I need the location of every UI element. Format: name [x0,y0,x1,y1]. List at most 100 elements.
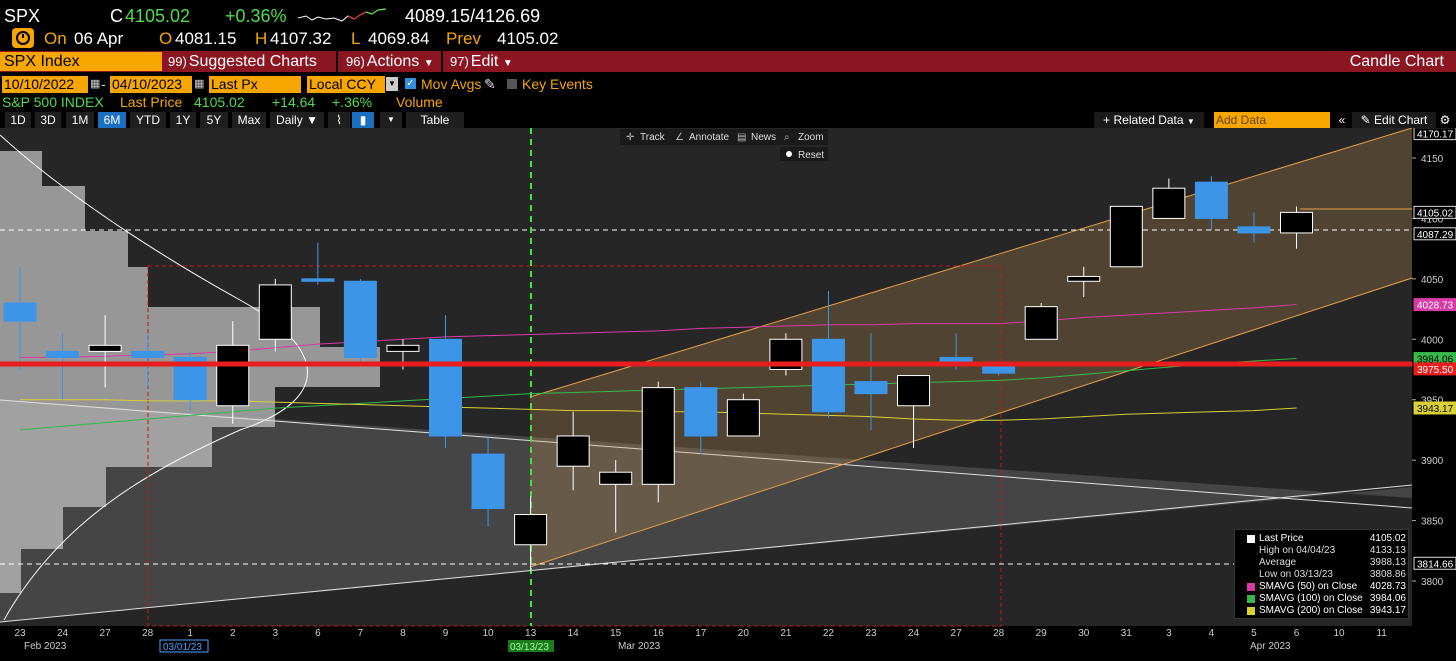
suggested-charts-menu[interactable]: 99) Suggested Charts [168,51,317,72]
price-badge-label: 3943.17 [1417,404,1454,415]
table-button[interactable]: Table [406,112,464,128]
period-1d[interactable]: 1D [5,112,31,128]
candle-body [1152,187,1186,219]
legend-value: 3988.13 [1369,557,1406,568]
frequency-label: Daily [276,113,303,127]
ticker-symbol: SPX [4,6,41,26]
news-tool[interactable]: News [751,132,776,143]
pencil-icon[interactable]: ✎ [484,76,496,93]
candle-body [514,514,548,546]
legend-row: SMAVG (100) on Close 3984.06 [1235,593,1410,605]
period-ytd[interactable]: YTD [130,112,166,128]
end-date-input[interactable]: 04/10/2023 [110,76,192,93]
y-tick-label: 3850 [1421,517,1444,528]
x-tick-label: 4 [1209,628,1215,639]
sparkline-icon [298,8,386,22]
edit-menu[interactable]: 97) Edit ▼ [450,51,513,72]
candle-body [811,338,845,413]
currency-select[interactable]: Local CCY [307,76,385,93]
legend-row: Low on 03/13/23 3808.86 [1235,569,1410,581]
frequency-select[interactable]: Daily ▼ [270,112,324,128]
related-data-button[interactable]: + Related Data ▼ [1094,112,1204,128]
track-tool[interactable]: Track [640,132,666,143]
period-6m[interactable]: 6M [98,112,126,128]
news-icon[interactable]: ▤ [737,132,746,143]
edit-chart-button[interactable]: ✎ Edit Chart [1352,112,1436,128]
candle-body [726,399,760,437]
annotate-pencil-icon[interactable]: ∠ [675,132,684,143]
crosshair-icon[interactable]: ✛ [626,132,634,143]
x-tick-label: 17 [695,628,707,639]
annotate-tool[interactable]: Annotate [689,132,729,143]
related-data-label: + Related Data [1103,113,1184,127]
price-badge-label: 3975.50 [1417,365,1454,376]
reset-tool[interactable]: Reset [798,150,824,161]
y-tick-label: 4000 [1421,335,1444,346]
add-data-input[interactable]: Add Data [1214,112,1330,128]
candle-body [897,375,931,407]
x-tick-label: 5 [1251,628,1257,639]
collapse-icon[interactable]: « [1334,112,1350,128]
volume-profile-bar [0,231,128,267]
legend-value: 3808.86 [1369,569,1406,580]
legend-value: 4133.13 [1369,545,1406,556]
reset-radio-icon[interactable] [786,151,792,157]
legend-value: 4105.02 [1369,533,1406,544]
zoom-tool[interactable]: Zoom [798,132,824,143]
open-value: 4081.15 [175,29,237,48]
candle-body [684,387,718,437]
candle-chart-icon[interactable]: ▮ [352,112,374,128]
candle-body [1237,226,1271,234]
period-5y[interactable]: 5Y [200,112,228,128]
volume-profile-bar [0,186,85,231]
x-tick-label: 10 [482,628,494,639]
menu-divider [441,51,443,72]
period-1m[interactable]: 1M [66,112,94,128]
legend-swatch [1247,535,1255,543]
month-label: Feb 2023 [24,641,67,652]
calendar-icon[interactable]: ▦ [194,77,204,90]
candle-body [258,284,292,340]
legend-value: 3984.06 [1369,593,1406,604]
x-tick-label: 13 [525,628,537,639]
high-label: H [255,29,268,48]
chart-toolbar: 1D 3D 1M 6M YTD 1Y 5Y Max Daily ▼ ⌇ ▮ ▼ … [0,111,1456,129]
suggested-charts-code: 99) [168,54,187,69]
candle-body [641,387,675,485]
legend-swatch [1247,583,1255,591]
mov-avgs-checkbox[interactable]: ✓ [405,78,416,89]
chart-type-dropdown-icon[interactable]: ▼ [380,112,402,128]
zoom-magnifier-icon[interactable]: ⌕ [784,132,790,143]
start-date-input[interactable]: 10/10/2022 [2,76,88,93]
change-percent: +0.36% [225,6,287,26]
x-tick-label: 3 [1166,628,1172,639]
key-events-checkbox[interactable] [507,79,517,89]
period-1y[interactable]: 1Y [170,112,196,128]
open-label: O [159,29,173,48]
calendar-icon[interactable]: ▦ [90,77,100,90]
last-price-value: 4105.02 [194,94,245,110]
date-controls: 10/10/2022 ▦ - 04/10/2023 ▦ Last Px Loca… [0,75,1456,95]
legend-label: SMAVG (200) on Close [1259,605,1363,616]
low-value: 4069.84 [368,29,430,48]
close-label: C [110,6,123,26]
legend-row: SMAVG (200) on Close 3943.17 [1235,605,1410,617]
period-max[interactable]: Max [232,112,266,128]
price-badge-label: 4105.02 [1417,208,1454,219]
actions-chevron-icon: ▼ [423,58,434,69]
legend-value: 3943.17 [1369,605,1406,616]
field-select[interactable]: Last Px [209,76,301,93]
period-3d[interactable]: 3D [35,112,61,128]
actions-code: 96) [346,54,365,69]
y-tick-label: 3900 [1421,456,1444,467]
settings-gear-icon[interactable]: ⚙ [1437,112,1453,128]
x-tick-label: 10 [1333,628,1345,639]
security-field[interactable]: SPX Index [0,52,162,71]
line-chart-icon[interactable]: ⌇ [328,112,350,128]
menu-bar: SPX Index 99) Suggested Charts 96) Actions… [0,51,1456,72]
quote-date: 06 Apr [74,29,124,48]
legend-label: Last Price [1259,533,1304,544]
candle-body [301,278,335,282]
actions-menu[interactable]: 96) Actions ▼ [346,51,434,72]
currency-dropdown-icon[interactable]: ▼ [386,77,398,91]
